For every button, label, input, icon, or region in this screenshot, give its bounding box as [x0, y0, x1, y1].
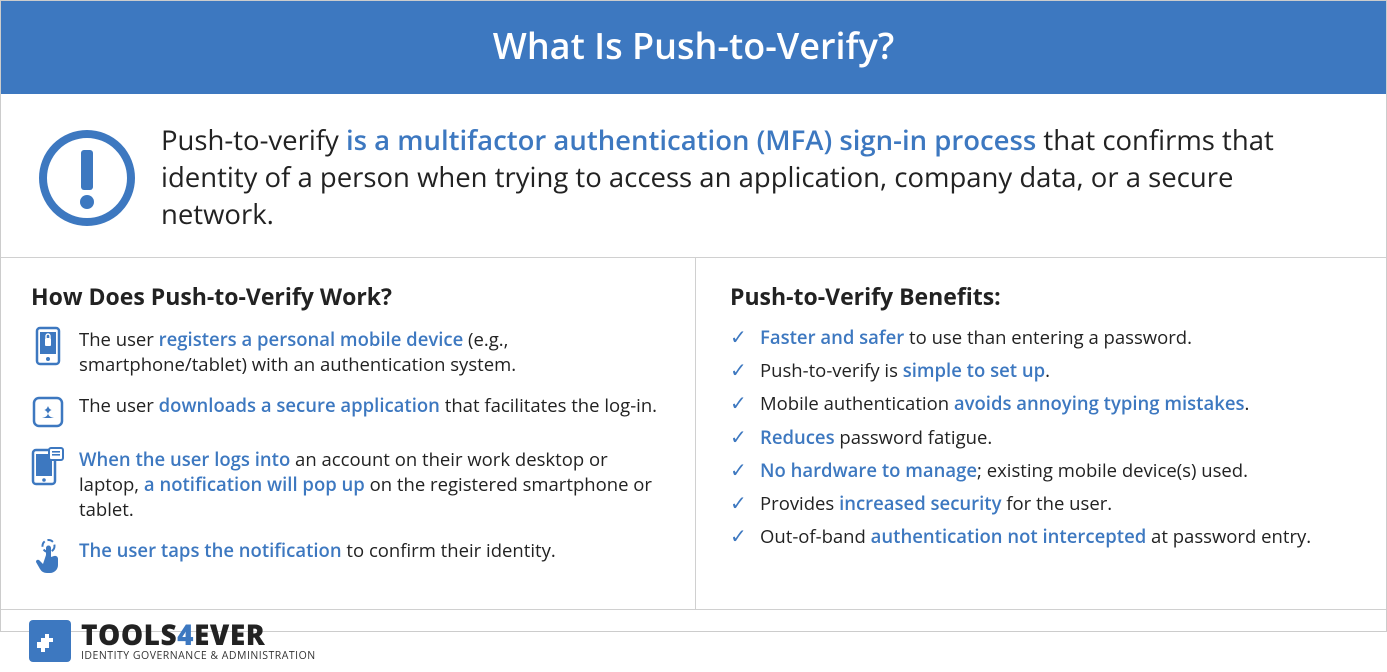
step-1: The user registers a personal mobile dev…	[31, 326, 665, 378]
check-icon: ✓	[730, 459, 748, 479]
step-text: When the user logs into an account on th…	[79, 446, 665, 523]
step-text: The user taps the notification to confir…	[79, 537, 556, 564]
brand-tagline: IDENTITY GOVERNANCE & ADMINISTRATION	[81, 651, 316, 662]
benefit-4: ✓ Reduces password fatigue.	[730, 426, 1356, 450]
brand-logo-icon	[29, 620, 71, 662]
benefit-text: No hardware to manage; existing mobile d…	[760, 459, 1248, 483]
benefits-list: ✓ Faster and safer to use than entering a…	[730, 326, 1356, 548]
exclamation-icon	[39, 130, 135, 226]
brand-text: TOOLS4EVER IDENTITY GOVERNANCE & ADMINIS…	[81, 621, 316, 662]
intro-highlight: is a multifactor authentication (MFA) si…	[346, 122, 1036, 159]
benefit-text: Mobile authentication avoids annoying ty…	[760, 392, 1249, 416]
how-heading: How Does Push-to-Verify Work?	[31, 280, 665, 312]
step-text: The user registers a personal mobile dev…	[79, 326, 665, 378]
tap-confirm-icon	[31, 537, 65, 577]
check-icon: ✓	[730, 525, 748, 545]
benefit-6: ✓ Provides increased security for the use…	[730, 492, 1356, 516]
step-text: The user downloads a secure application …	[79, 392, 657, 419]
benefit-text: Out-of-band authentication not intercept…	[760, 525, 1311, 549]
check-icon: ✓	[730, 392, 748, 412]
header-banner: What Is Push-to-Verify?	[1, 1, 1386, 94]
infographic-container: What Is Push-to-Verify? Push-to-verify i…	[0, 0, 1387, 632]
how-it-works-column: How Does Push-to-Verify Work? The user r…	[1, 258, 696, 609]
device-register-icon	[31, 326, 65, 366]
step-2: The user downloads a secure application …	[31, 392, 665, 432]
check-icon: ✓	[730, 326, 748, 346]
benefit-text: Faster and safer to use than entering a …	[760, 326, 1192, 350]
step-4: The user taps the notification to confir…	[31, 537, 665, 577]
page-title: What Is Push-to-Verify?	[493, 21, 894, 70]
brand-name: TOOLS4EVER	[81, 621, 316, 649]
benefit-3: ✓ Mobile authentication avoids annoying t…	[730, 392, 1356, 416]
benefit-text: Provides increased security for the user…	[760, 492, 1112, 516]
intro-section: Push-to-verify is a multifactor authenti…	[1, 94, 1386, 258]
brand-four: 4	[177, 616, 194, 654]
benefit-text: Reduces password fatigue.	[760, 426, 992, 450]
intro-text: Push-to-verify is a multifactor authenti…	[161, 122, 1346, 233]
benefit-text: Push-to-verify is simple to set up.	[760, 359, 1050, 383]
check-icon: ✓	[730, 359, 748, 379]
notification-popup-icon	[31, 446, 65, 486]
benefits-heading: Push-to-Verify Benefits:	[730, 280, 1356, 312]
columns: How Does Push-to-Verify Work? The user r…	[1, 258, 1386, 610]
step-3: When the user logs into an account on th…	[31, 446, 665, 523]
benefits-column: Push-to-Verify Benefits: ✓ Faster and saf…	[696, 258, 1386, 609]
benefit-7: ✓ Out-of-band authentication not intercep…	[730, 525, 1356, 549]
footer: TOOLS4EVER IDENTITY GOVERNANCE & ADMINIS…	[1, 610, 1386, 672]
brand-pre: TOOLS	[81, 616, 177, 654]
benefit-2: ✓ Push-to-verify is simple to set up.	[730, 359, 1356, 383]
check-icon: ✓	[730, 492, 748, 512]
benefit-5: ✓ No hardware to manage; existing mobile …	[730, 459, 1356, 483]
benefit-1: ✓ Faster and safer to use than entering a…	[730, 326, 1356, 350]
intro-pre: Push-to-verify	[161, 122, 346, 159]
check-icon: ✓	[730, 426, 748, 446]
steps-list: The user registers a personal mobile dev…	[31, 326, 665, 577]
brand-post: EVER	[194, 616, 265, 654]
app-download-icon	[31, 392, 65, 432]
